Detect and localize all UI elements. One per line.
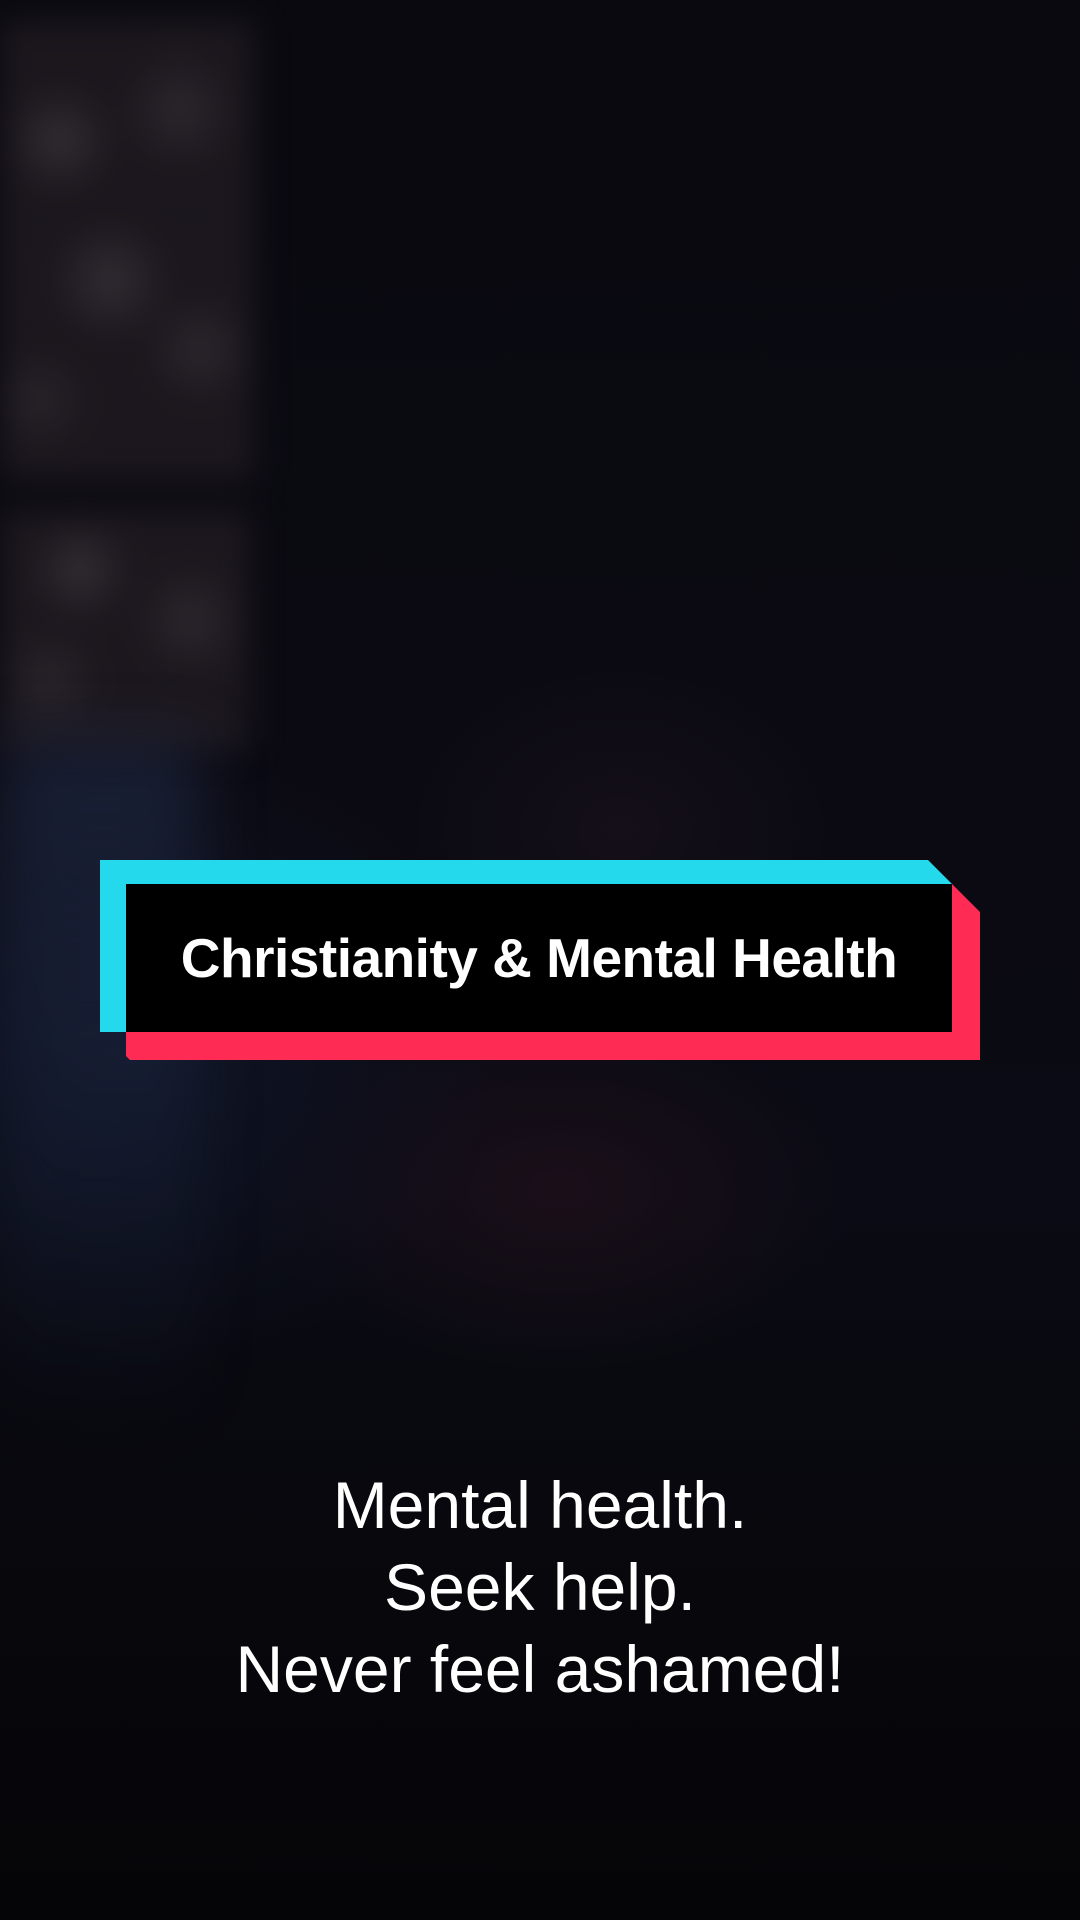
caption-line-2: Seek help. (384, 1550, 696, 1624)
title-banner-text: Christianity & Mental Health (180, 927, 898, 989)
background-window-pane-bottom (0, 510, 250, 750)
background-wall-glow (0, 740, 200, 1440)
caption-line-3: Never feel ashamed! (235, 1632, 845, 1706)
title-banner: Christianity & Mental Health (100, 860, 980, 1060)
caption: Mental health. Seek help. Never feel ash… (0, 1464, 1080, 1710)
background-window (0, 20, 260, 750)
background-window-pane-top (0, 20, 255, 480)
caption-line-1: Mental health. (332, 1468, 748, 1542)
video-frame[interactable]: Christianity & Mental Health Mental heal… (0, 0, 1080, 1920)
